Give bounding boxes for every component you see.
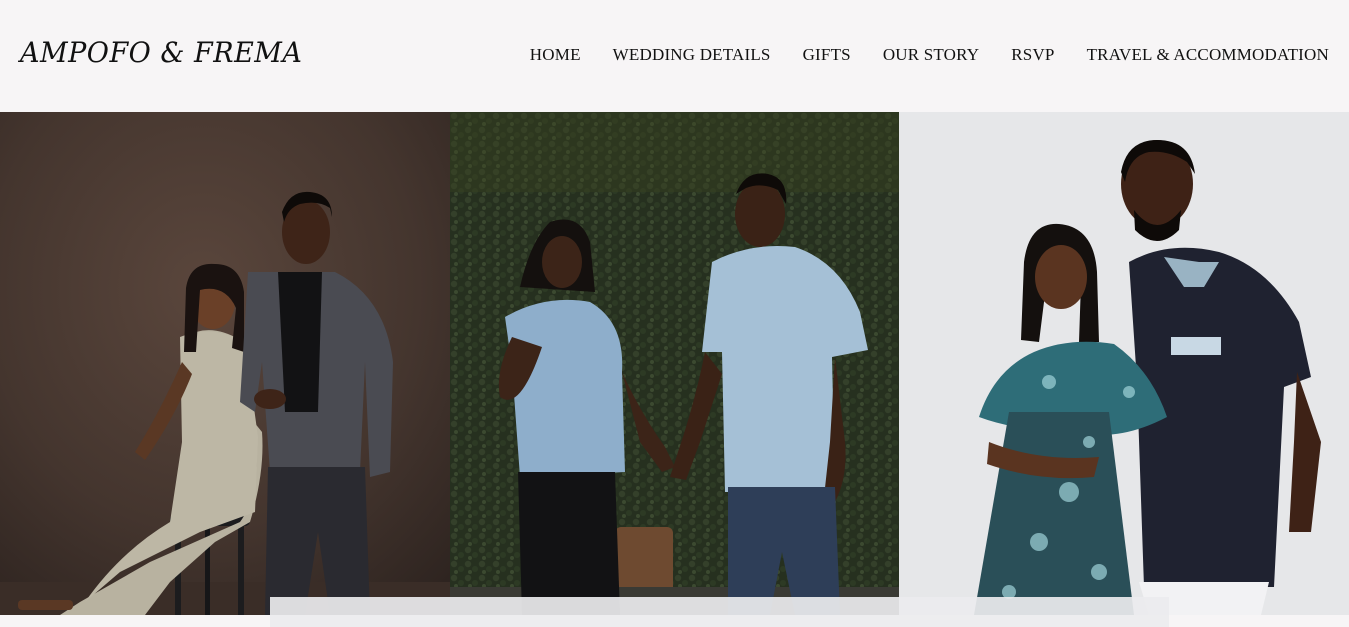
- site-header: AMPOFO & FREMA HOME WEDDING DETAILS GIFT…: [0, 0, 1349, 112]
- couple-embrace-photo: [899, 112, 1349, 615]
- nav-gifts[interactable]: GIFTS: [803, 45, 851, 65]
- nav-travel-accommodation[interactable]: TRAVEL & ACCOMMODATION: [1087, 45, 1329, 65]
- photo-gallery: [0, 112, 1349, 615]
- site-logo[interactable]: AMPOFO & FREMA: [20, 38, 302, 70]
- nav-wedding-details[interactable]: WEDDING DETAILS: [613, 45, 771, 65]
- nav-rsvp[interactable]: RSVP: [1011, 45, 1054, 65]
- couple-garden-photo: [450, 112, 899, 615]
- couple-studio-photo: [0, 112, 450, 615]
- nav-our-story[interactable]: OUR STORY: [883, 45, 979, 65]
- main-nav: HOME WEDDING DETAILS GIFTS OUR STORY RSV…: [530, 45, 1329, 65]
- nav-home[interactable]: HOME: [530, 45, 581, 65]
- content-card: [270, 597, 1169, 627]
